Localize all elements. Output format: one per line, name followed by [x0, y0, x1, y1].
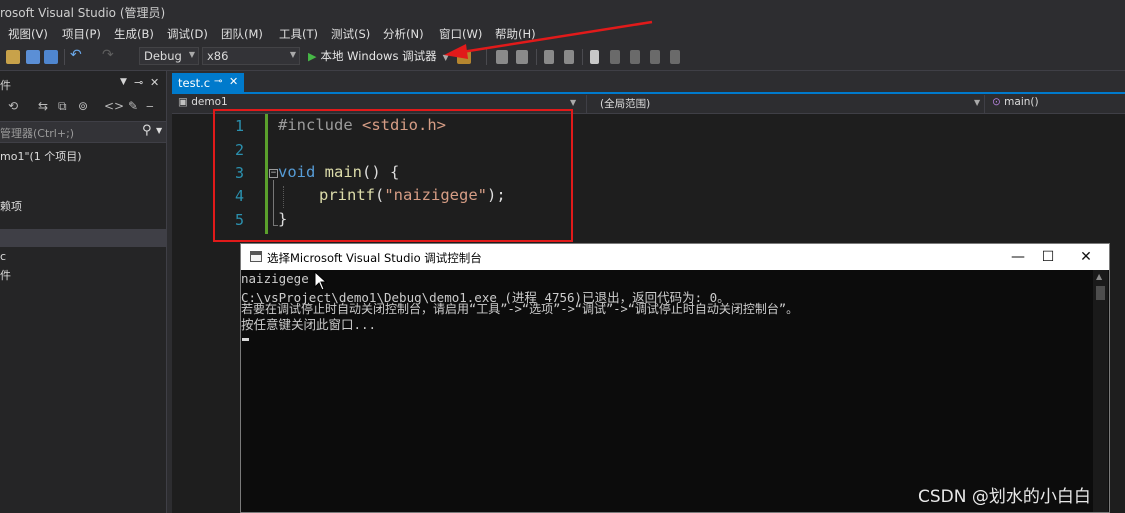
document-tab-strip: [172, 71, 1125, 94]
start-debugging-button[interactable]: ▶ 本地 Windows 调试器 ▼: [308, 48, 449, 66]
scroll-thumb[interactable]: [1096, 286, 1105, 300]
menu-test[interactable]: 测试(S): [331, 26, 370, 42]
member-select-value: main(): [1004, 96, 1039, 108]
open-folder-icon[interactable]: [6, 50, 20, 64]
chevron-down-icon: ▼: [289, 50, 296, 59]
nav-divider: [984, 95, 985, 113]
console-title: 选择Microsoft Visual Studio 调试控制台: [267, 251, 482, 265]
code-icon[interactable]: <>: [104, 99, 124, 113]
menu-analyze[interactable]: 分析(N): [383, 26, 424, 42]
tree-item-source[interactable]: c: [0, 250, 6, 263]
platform-value: x86: [207, 49, 229, 63]
play-icon: ▶: [308, 50, 317, 63]
chevron-down-icon: ▼: [188, 50, 195, 59]
show-all-icon[interactable]: ⊚: [78, 99, 88, 113]
wrench-icon[interactable]: ✎: [128, 99, 138, 113]
close-icon[interactable]: ✕: [150, 76, 159, 89]
menu-tools[interactable]: 工具(T): [279, 26, 318, 42]
project-icon: ▣: [178, 96, 188, 108]
solution-explorer-header: 件 ▼ ⊸ ✕: [0, 76, 166, 93]
scroll-up-icon[interactable]: ▲: [1096, 272, 1102, 281]
save-icon[interactable]: [26, 50, 40, 64]
solution-config-select[interactable]: Debug ▼: [139, 47, 199, 65]
solution-explorer-search[interactable]: 管理器(Ctrl+;) ⚲ ▼: [0, 121, 166, 143]
console-output-line: 按任意键关闭此窗口...: [241, 317, 377, 332]
close-button[interactable]: ✕: [1071, 247, 1101, 267]
chevron-down-icon: ▼: [570, 98, 577, 107]
search-placeholder: 管理器(Ctrl+;): [0, 127, 75, 140]
member-select[interactable]: ⊙ main(): [992, 96, 1039, 111]
console-output-line: naizigege: [241, 271, 309, 286]
solution-explorer: 件 ▼ ⊸ ✕ ⟲ ⇆ ⧉ ⊚ <> ✎ ‒ 管理器(Ctrl+;) ⚲ ▼ m…: [0, 71, 167, 513]
redo-icon[interactable]: ↷: [102, 47, 116, 63]
minimize-button[interactable]: —: [1003, 247, 1033, 267]
method-icon: ⊙: [992, 96, 1001, 108]
chevron-down-icon: ▼: [974, 98, 981, 107]
sync-icon[interactable]: ⇆: [38, 99, 48, 113]
maximize-button[interactable]: ☐: [1033, 247, 1063, 267]
console-app-icon: [250, 251, 262, 262]
menu-debug[interactable]: 调试(D): [167, 26, 208, 42]
tree-item-selected[interactable]: [0, 229, 166, 247]
panel-title-fragment: 件: [0, 79, 11, 92]
start-debugging-label: 本地 Windows 调试器: [320, 49, 437, 63]
tree-item-file[interactable]: 件: [0, 267, 11, 283]
console-caret: [242, 338, 249, 341]
collapse-icon[interactable]: ⧉: [58, 99, 67, 114]
scope-select[interactable]: (全局范围): [600, 96, 650, 111]
watermark: CSDN @划水的小白白: [918, 487, 1091, 507]
nav-divider: [586, 95, 587, 113]
pin-icon[interactable]: ⊸: [214, 76, 222, 87]
tab-test-c[interactable]: test.c ⊸ ✕: [172, 73, 244, 94]
toolbar-divider: [64, 49, 65, 65]
tree-item-dependencies[interactable]: 赖项: [0, 198, 22, 214]
history-icon[interactable]: ⟲: [8, 99, 18, 113]
menu-build[interactable]: 生成(B): [114, 26, 154, 42]
project-select-value: demo1: [191, 96, 228, 108]
annotation-highlight-box: [213, 109, 573, 242]
pin-icon[interactable]: ⊸: [134, 76, 143, 89]
more-icon[interactable]: [670, 50, 680, 64]
window-title: rosoft Visual Studio (管理员): [0, 6, 166, 20]
console-scrollbar[interactable]: ▲: [1093, 270, 1108, 512]
console-title-bar[interactable]: 选择Microsoft Visual Studio 调试控制台 — ☐ ✕: [241, 244, 1109, 270]
mouse-pointer-icon: [314, 271, 328, 291]
menu-project[interactable]: 项目(P): [62, 26, 101, 42]
solution-config-value: Debug: [144, 49, 182, 63]
search-icon[interactable]: ⚲: [142, 123, 152, 138]
chevron-down-icon[interactable]: ▼: [156, 126, 162, 135]
solution-node[interactable]: mo1"(1 个项目): [0, 148, 82, 164]
annotation-arrow: [444, 20, 653, 59]
menu-view[interactable]: 视图(V): [8, 26, 48, 42]
platform-select[interactable]: x86 ▼: [202, 47, 300, 65]
save-all-icon[interactable]: [44, 50, 58, 64]
chevron-down-icon[interactable]: ▼: [120, 77, 127, 87]
undo-icon[interactable]: ↶: [70, 47, 84, 63]
minimize-icon[interactable]: ‒: [146, 99, 154, 113]
debug-console-window[interactable]: 选择Microsoft Visual Studio 调试控制台 — ☐ ✕ na…: [240, 243, 1110, 513]
menu-team[interactable]: 团队(M): [221, 26, 263, 42]
close-icon[interactable]: ✕: [229, 75, 238, 88]
tab-label: test.c: [178, 76, 211, 90]
solution-explorer-toolbar: ⟲ ⇆ ⧉ ⊚ <> ✎ ‒: [0, 97, 166, 117]
